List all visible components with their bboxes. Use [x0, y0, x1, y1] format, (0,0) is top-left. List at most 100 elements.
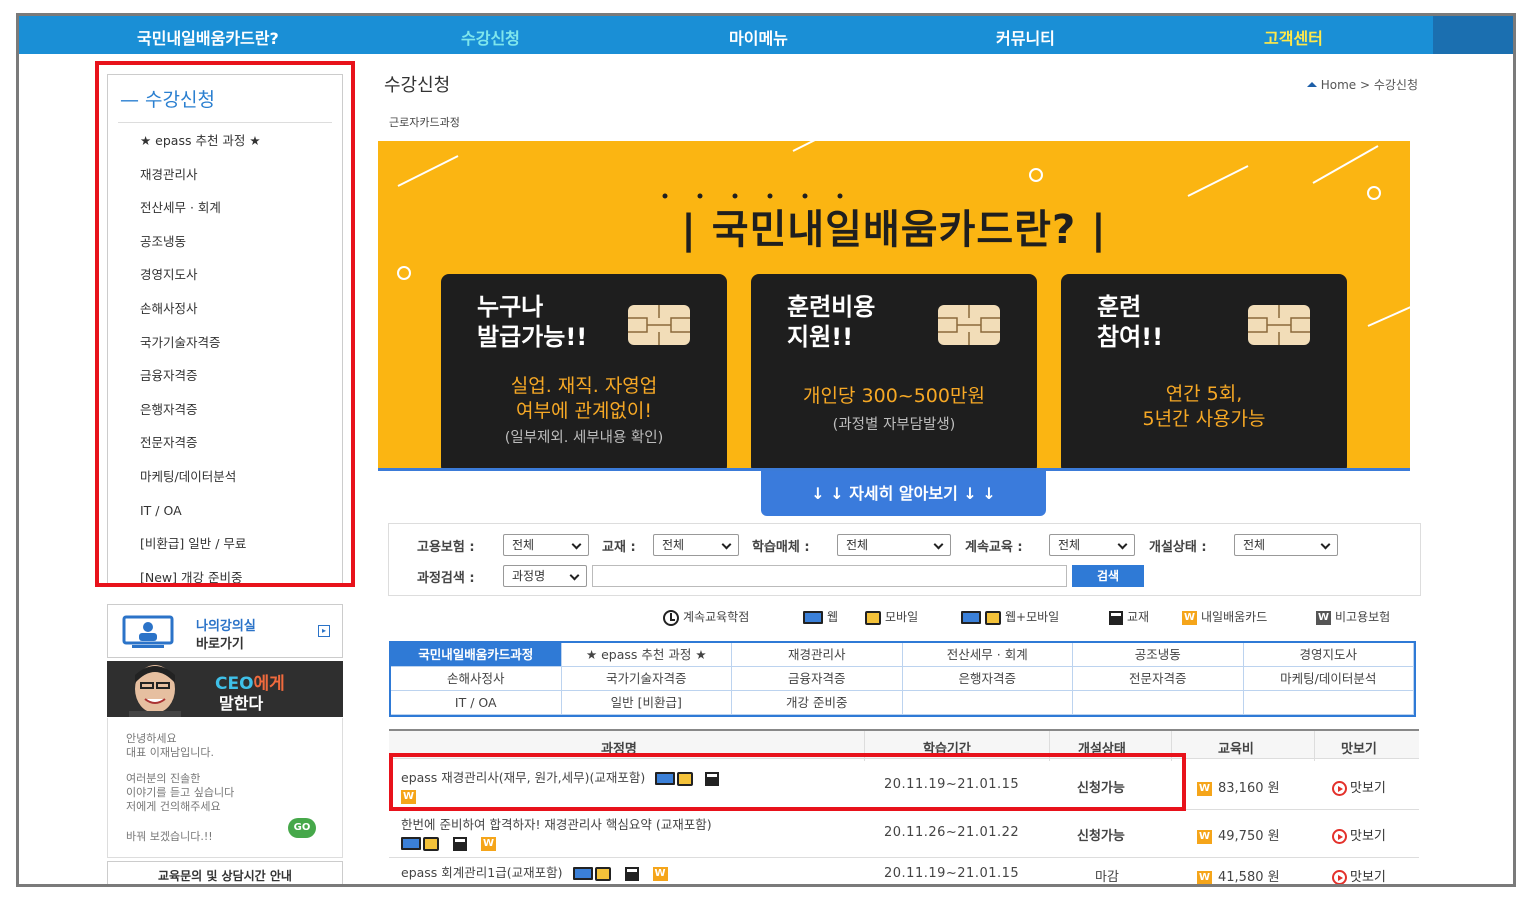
consult-info-link[interactable]: 교육문의 및 상담시간 안내	[107, 861, 343, 884]
course-name-link[interactable]: 한번에 준비하여 합격하자! 재경관리사 핵심요약 (교재포함)	[401, 817, 712, 832]
sidebar-item-professional-cert[interactable]: 전문자격증	[140, 433, 261, 467]
tab-finance-manager[interactable]: 재경관리사	[732, 643, 903, 667]
book-icon	[1109, 610, 1123, 625]
tab-it-oa[interactable]: IT / OA	[391, 691, 562, 715]
tab-management-consultant[interactable]: 경영지도사	[1243, 643, 1414, 667]
book-icon	[624, 866, 639, 881]
tab-empty	[1073, 691, 1244, 715]
ceo-banner-subtitle: 말한다	[219, 694, 264, 713]
header-divider	[1049, 731, 1050, 761]
legend-non-insured-label: 비고용보험	[1335, 610, 1391, 624]
tab-hvac[interactable]: 공조냉동	[1073, 643, 1244, 667]
breadcrumb-text[interactable]: Home > 수강신청	[1321, 78, 1418, 92]
sidebar-menu: — 수강신청 ★ epass 추천 과정 ★ 재경관리사 전산세무 · 회계 공…	[107, 74, 343, 586]
nav-item-card-info[interactable]: 국민내일배움카드란?	[137, 25, 279, 49]
sidebar-item-marketing-data[interactable]: 마케팅/데이터분석	[140, 467, 261, 501]
sidebar-item-bank-cert[interactable]: 은행자격증	[140, 400, 261, 434]
ceo-promise: 바꿔 보겠습니다.!!	[126, 830, 213, 843]
nav-item-community[interactable]: 커뮤니티	[996, 25, 1055, 49]
card-info-banner: | 국민내일배움카드란? | 누구나 발급가능!! 실업. 재직. 자영업 여부…	[378, 141, 1410, 471]
course-name-link[interactable]: epass 회계관리1급(교재포함)	[401, 865, 563, 880]
sidebar-list: ★ epass 추천 과정 ★ 재경관리사 전산세무 · 회계 공조냉동 경영지…	[140, 131, 261, 601]
sidebar-item-management-consultant[interactable]: 경영지도사	[140, 265, 261, 299]
sidebar-divider	[118, 122, 332, 123]
sidebar-item-national-tech[interactable]: 국가기술자격증	[140, 333, 261, 367]
ceo-banner[interactable]: CEO에게 말한다	[107, 661, 343, 717]
preview-button[interactable]: 맛보기	[1332, 825, 1386, 844]
mobile-icon	[423, 836, 439, 851]
monitor-icon	[401, 837, 421, 850]
filter-panel: 고용보험 : 전체 교재 : 전체 학습매체 : 전체 계속교육 : 전체 개설…	[388, 523, 1421, 596]
my-lecture-room-link[interactable]: 나의강의실 바로가기 ▸	[107, 604, 343, 658]
search-button[interactable]: 검색	[1072, 565, 1144, 587]
tab-bank-cert[interactable]: 은행자격증	[902, 667, 1073, 691]
card-chip-icon	[628, 305, 690, 345]
search-type-select[interactable]: 과정명	[503, 565, 587, 587]
search-input[interactable]	[592, 565, 1067, 587]
preview-button[interactable]: 맛보기	[1332, 777, 1386, 796]
tab-finance-cert[interactable]: 금융자격증	[732, 667, 903, 691]
table-row: epass 재경관리사(재무, 원가,세무)(교재포함) W 20.11.19~2…	[389, 760, 1419, 810]
sidebar-item-finance-manager[interactable]: 재경관리사	[140, 165, 261, 199]
learn-more-button[interactable]: ↓ ↓ 자세히 알아보기 ↓ ↓	[761, 471, 1046, 516]
top-nav: 국민내일배움카드란? 수강신청 마이메뉴 커뮤니티 고객센터	[19, 16, 1513, 54]
course-name-link[interactable]: epass 재경관리사(재무, 원가,세무)(교재포함)	[401, 770, 645, 785]
media-select[interactable]: 전체	[837, 534, 951, 556]
legend-continuing-label: 계속교육학점	[683, 610, 750, 624]
course-type-label: 근로자카드과정	[389, 116, 460, 129]
go-button[interactable]: GO	[288, 818, 316, 838]
play-icon	[1332, 829, 1347, 844]
sidebar-item-epass-recommend[interactable]: ★ epass 추천 과정 ★	[140, 131, 261, 165]
tab-epass-recommend[interactable]: ★ epass 추천 과정 ★	[561, 643, 732, 667]
tab-loss-adjuster[interactable]: 손해사정사	[391, 667, 562, 691]
card-chip-icon	[938, 305, 1000, 345]
header-preview: 맛보기	[1341, 742, 1377, 757]
sidebar-item-non-refund[interactable]: [비환급] 일반 / 무료	[140, 534, 261, 568]
preview-button[interactable]: 맛보기	[1332, 866, 1386, 884]
sidebar-item-finance-cert[interactable]: 금융자격증	[140, 366, 261, 400]
tab-tax-accounting[interactable]: 전산세무 · 회계	[902, 643, 1073, 667]
course-name-cell[interactable]: epass 재경관리사(재무, 원가,세무)(교재포함) W	[401, 769, 720, 805]
legend-continuing: 계속교육학점	[663, 608, 749, 626]
tab-card-course[interactable]: 국민내일배움카드과정	[391, 643, 562, 667]
sidebar-item-tax-accounting[interactable]: 전산세무 · 회계	[140, 198, 261, 232]
play-icon	[1332, 781, 1347, 796]
textbook-label: 교재 :	[602, 540, 636, 555]
nav-item-enroll[interactable]: 수강신청	[461, 25, 520, 49]
legend-non-insured: W 비고용보험	[1316, 608, 1390, 626]
search-label: 과정검색 :	[417, 571, 475, 586]
w-card-icon: W	[1197, 870, 1212, 884]
sidebar-item-new-upcoming[interactable]: [New] 개강 준비중	[140, 568, 261, 602]
continuing-select[interactable]: 전체	[1049, 534, 1135, 556]
browser-frame: 국민내일배움카드란? 수강신청 마이메뉴 커뮤니티 고객센터 — 수강신청 ★ …	[16, 13, 1516, 887]
nav-item-my-menu[interactable]: 마이메뉴	[729, 25, 788, 49]
tab-national-tech[interactable]: 국가기술자격증	[561, 667, 732, 691]
course-period: 20.11.19~21.01.15	[884, 866, 1020, 881]
page-title: 수강신청	[384, 75, 451, 96]
nav-item-customer-center[interactable]: 고객센터	[1264, 25, 1323, 49]
status-select[interactable]: 전체	[1234, 534, 1338, 556]
textbook-select[interactable]: 전체	[653, 534, 739, 556]
header-divider	[864, 731, 865, 761]
course-status: 신청가능	[1077, 829, 1125, 844]
ceo-request: 여러분의 진솔한 이야기를 듣고 싶습니다 저에게 건의해주세요	[126, 772, 235, 813]
sidebar-item-loss-adjuster[interactable]: 손해사정사	[140, 299, 261, 333]
sidebar-item-hvac[interactable]: 공조냉동	[140, 232, 261, 266]
legend-card: W 내일배움카드	[1182, 608, 1267, 626]
book-icon	[705, 771, 720, 786]
tab-professional-cert[interactable]: 전문자격증	[1073, 667, 1244, 691]
clock-icon	[663, 609, 679, 626]
tab-upcoming[interactable]: 개강 준비중	[732, 691, 903, 715]
card-heading: 훈련비용 지원!!	[787, 293, 876, 351]
tab-general-non-refund[interactable]: 일반 [비환급]	[561, 691, 732, 715]
info-card-issuance: 누구나 발급가능!! 실업. 재직. 자영업 여부에 관계없이! (일부제외. …	[441, 274, 727, 471]
course-name-cell[interactable]: 한번에 준비하여 합격하자! 재경관리사 핵심요약 (교재포함) W	[401, 816, 712, 852]
sidebar-item-it-oa[interactable]: IT / OA	[140, 501, 261, 535]
employment-select[interactable]: 전체	[503, 534, 589, 556]
tab-marketing-data[interactable]: 마케팅/데이터분석	[1243, 667, 1414, 691]
course-status: 마감	[1095, 870, 1119, 885]
legend-web-mobile: 웹+모바일	[961, 608, 1059, 626]
course-name-cell[interactable]: epass 회계관리1급(교재포함) W	[401, 864, 668, 882]
header-fee: 교육비	[1218, 742, 1254, 757]
sidebar-title[interactable]: — 수강신청	[120, 85, 215, 112]
